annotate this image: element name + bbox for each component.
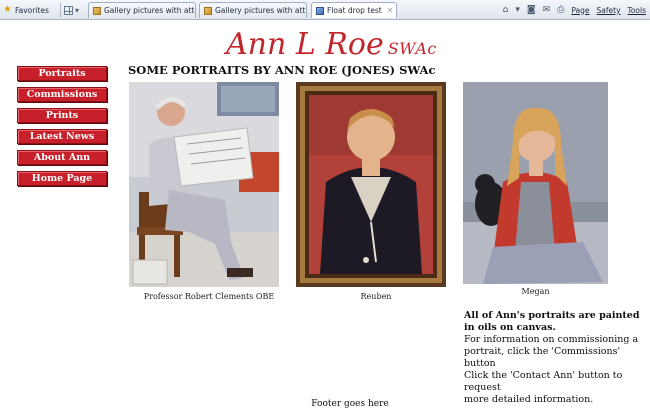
home-icon[interactable]: ⌂ [503, 5, 509, 15]
browser-tab-3[interactable]: Float drop test ✕ [311, 2, 397, 18]
favorites-label: Favorites [14, 5, 49, 15]
page-heading: SOME PORTRAITS BY ANN ROE (JONES) SWAc [128, 63, 436, 77]
tab-title: Gallery pictures with attac... [104, 6, 195, 15]
info-body-line: Click the 'Contact Ann' button to reques… [464, 370, 623, 393]
nav-prints-button[interactable]: Prints [17, 108, 107, 123]
print-icon[interactable]: ⎙ [557, 5, 564, 15]
quick-tabs-icon [64, 5, 73, 15]
favorites-star-icon: ★ [3, 4, 12, 15]
side-nav: Portraits Commissions Prints Latest News… [17, 66, 107, 192]
info-body-line: portrait, click the 'Commissions' button [464, 346, 621, 369]
quick-tabs-button[interactable]: ▾ [64, 3, 86, 17]
feeds-icon[interactable]: ◙ [527, 5, 536, 15]
toolbar-divider [60, 3, 61, 17]
tab-title: Gallery pictures with attac... [215, 6, 306, 15]
portrait-professor-image[interactable] [129, 82, 279, 287]
chevron-down-icon[interactable]: ▾ [515, 5, 520, 15]
tab-title: Float drop test [327, 6, 382, 15]
read-mail-icon[interactable]: ✉ [543, 5, 551, 15]
info-body-line: For information on commissioning a [464, 334, 639, 345]
browser-toolbar: ★ Favorites ▾ Gallery pictures with atta… [0, 0, 650, 20]
nav-latest-news-button[interactable]: Latest News [17, 129, 107, 144]
portrait-reuben-image[interactable] [296, 82, 446, 287]
browser-tab-2[interactable]: Gallery pictures with attac... [199, 2, 307, 18]
page-icon [316, 6, 324, 15]
chevron-down-icon: ▾ [75, 5, 80, 15]
portrait-caption: Megan [521, 287, 550, 296]
page-menu[interactable]: Page [571, 6, 589, 15]
info-text: All of Ann's portraits are painted in oi… [464, 310, 644, 406]
site-title-suffix: SWAc [387, 39, 437, 58]
nav-home-page-button[interactable]: Home Page [17, 171, 107, 186]
portrait-megan-image[interactable] [463, 82, 608, 284]
page-icon [93, 6, 101, 15]
nav-portraits-button[interactable]: Portraits [17, 66, 107, 81]
safety-menu[interactable]: Safety [597, 6, 621, 15]
favorites-button[interactable]: ★ Favorites [3, 3, 55, 17]
info-lead-line: All of Ann's portraits are painted [464, 310, 640, 321]
site-title-name: Ann L Roe [226, 27, 384, 62]
site-title: Ann L Roe SWAc [226, 26, 437, 68]
page-icon [204, 6, 212, 15]
nav-about-ann-button[interactable]: About Ann [17, 150, 107, 165]
info-lead-line: in oils on canvas. [464, 322, 556, 333]
tools-menu[interactable]: Tools [628, 6, 646, 15]
footer: Footer goes here [311, 399, 389, 409]
portrait-caption: Reuben [360, 292, 392, 301]
command-bar: ⌂ ▾ ◙ ✉ ⎙ Page Safety Tools [503, 3, 646, 17]
browser-tab-1[interactable]: Gallery pictures with attac... [88, 2, 196, 18]
close-icon[interactable]: ✕ [387, 6, 394, 15]
nav-commissions-button[interactable]: Commissions [17, 87, 107, 102]
portrait-caption: Professor Robert Clements OBE [143, 292, 275, 301]
